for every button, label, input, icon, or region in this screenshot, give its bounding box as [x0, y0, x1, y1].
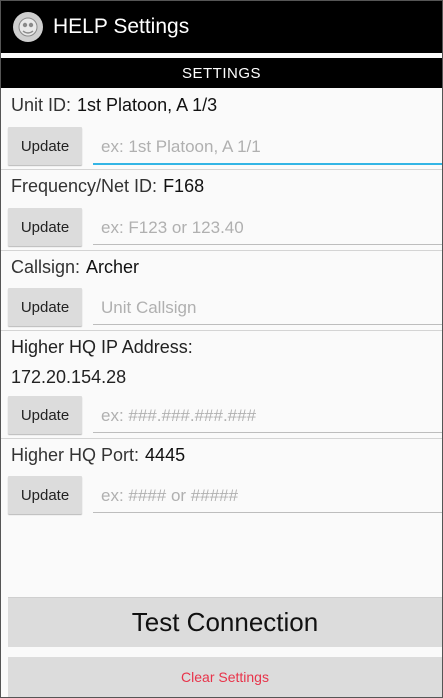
settings-header: SETTINGS: [1, 58, 442, 88]
update-callsign-button[interactable]: Update: [8, 288, 82, 326]
frequency-line: Frequency/Net ID: F168: [11, 176, 204, 197]
hq-ip-value: 172.20.154.28: [11, 367, 127, 387]
test-connection-button[interactable]: Test Connection: [8, 597, 442, 647]
app-window: HELP Settings SETTINGS Unit ID: 1st Plato…: [0, 0, 443, 698]
unit-id-line: Unit ID: 1st Platoon, A 1/3: [11, 95, 217, 116]
divider: [1, 330, 442, 331]
update-unit-id-button[interactable]: Update: [8, 127, 82, 165]
divider: [1, 438, 442, 439]
app-logo-icon[interactable]: [13, 12, 43, 42]
update-hq-port-button[interactable]: Update: [8, 476, 82, 514]
update-frequency-button[interactable]: Update: [8, 208, 82, 246]
hq-ip-input[interactable]: [93, 400, 442, 433]
clear-settings-button[interactable]: Clear Settings: [8, 657, 442, 697]
unit-id-value: 1st Platoon, A 1/3: [77, 95, 218, 115]
divider: [1, 169, 442, 170]
hq-ip-label: Higher HQ IP Address:: [11, 337, 193, 357]
frequency-label: Frequency/Net ID:: [11, 176, 158, 196]
hq-port-input[interactable]: [93, 480, 442, 513]
update-hq-ip-button[interactable]: Update: [8, 396, 82, 434]
callsign-line: Callsign: Archer: [11, 257, 139, 278]
app-title: HELP Settings: [53, 15, 190, 38]
frequency-input[interactable]: [93, 212, 442, 245]
callsign-value: Archer: [86, 257, 140, 277]
hq-port-value: 4445: [145, 445, 186, 465]
unit-id-label: Unit ID:: [11, 95, 72, 115]
divider: [1, 250, 442, 251]
title-bar: HELP Settings: [1, 1, 442, 53]
unit-id-input[interactable]: [93, 131, 442, 165]
hq-port-label: Higher HQ Port:: [11, 445, 140, 465]
callsign-label: Callsign:: [11, 257, 81, 277]
hq-port-line: Higher HQ Port: 4445: [11, 445, 185, 466]
callsign-input[interactable]: [93, 292, 442, 325]
frequency-value: F168: [163, 176, 205, 196]
